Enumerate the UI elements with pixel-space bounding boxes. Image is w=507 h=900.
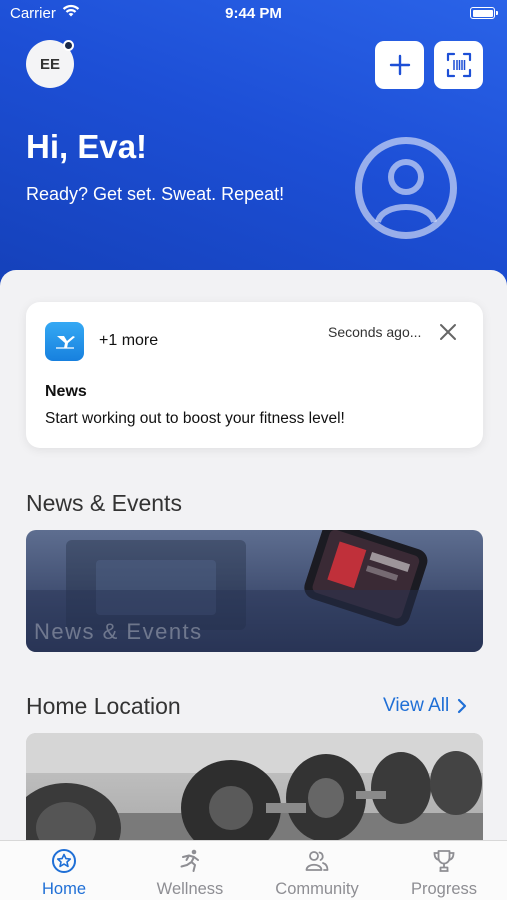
- tab-progress[interactable]: Progress: [381, 841, 507, 900]
- news-events-card-label: News & Events: [34, 619, 203, 644]
- tab-community[interactable]: Community: [254, 841, 380, 900]
- people-icon: [305, 851, 329, 871]
- running-person-icon: [180, 849, 199, 872]
- tab-home[interactable]: Home: [1, 841, 127, 900]
- barcode-scan-icon: [446, 52, 471, 78]
- add-button[interactable]: [375, 41, 424, 89]
- tab-bar: Home Wellness Community Progress: [0, 840, 507, 900]
- avatar-initials: EE: [39, 55, 60, 73]
- tab-community-label: Community: [275, 880, 359, 898]
- chevron-right-icon: [458, 698, 467, 714]
- greeting-title: Hi, Eva!: [26, 128, 148, 165]
- scan-barcode-button[interactable]: [434, 41, 483, 89]
- view-all-link[interactable]: View All: [383, 695, 467, 717]
- news-events-heading: News & Events: [26, 490, 182, 516]
- battery-icon: [470, 7, 498, 19]
- news-events-card[interactable]: News & Events: [26, 530, 483, 652]
- notification-title: News: [45, 383, 87, 400]
- home-location-heading: Home Location: [26, 693, 181, 719]
- notification-time: Seconds ago...: [328, 324, 422, 340]
- notification-more: +1 more: [99, 332, 159, 349]
- dumbbell-rack-image: [26, 733, 483, 840]
- status-time: 9:44 PM: [225, 5, 282, 22]
- avatar[interactable]: EE: [26, 40, 74, 88]
- user-profile-icon[interactable]: [355, 137, 457, 239]
- greeting-tagline: Ready? Get set. Sweat. Repeat!: [26, 184, 285, 204]
- main-content: +1 more Seconds ago... News Start workin…: [0, 270, 507, 840]
- plus-icon: [389, 54, 410, 76]
- trophy-icon: [433, 850, 455, 872]
- header-hero: Carrier 9:44 PM EE Hi, Eva! Ready? Get s…: [0, 0, 507, 300]
- status-bar: Carrier 9:44 PM: [0, 0, 507, 28]
- view-all-label: View All: [383, 695, 450, 716]
- tab-home-label: Home: [41, 880, 86, 898]
- notification-body: Start working out to boost your fitness …: [45, 410, 345, 427]
- ymca-app-icon: [45, 322, 84, 361]
- notification-card[interactable]: +1 more Seconds ago... News Start workin…: [26, 302, 483, 448]
- notification-dot: [63, 40, 74, 51]
- home-location-card[interactable]: [26, 733, 483, 840]
- tab-wellness[interactable]: Wellness: [127, 841, 253, 900]
- close-icon[interactable]: [436, 320, 460, 344]
- tab-wellness-label: Wellness: [156, 880, 224, 898]
- tab-progress-label: Progress: [410, 880, 478, 898]
- star-badge-icon: [52, 849, 76, 873]
